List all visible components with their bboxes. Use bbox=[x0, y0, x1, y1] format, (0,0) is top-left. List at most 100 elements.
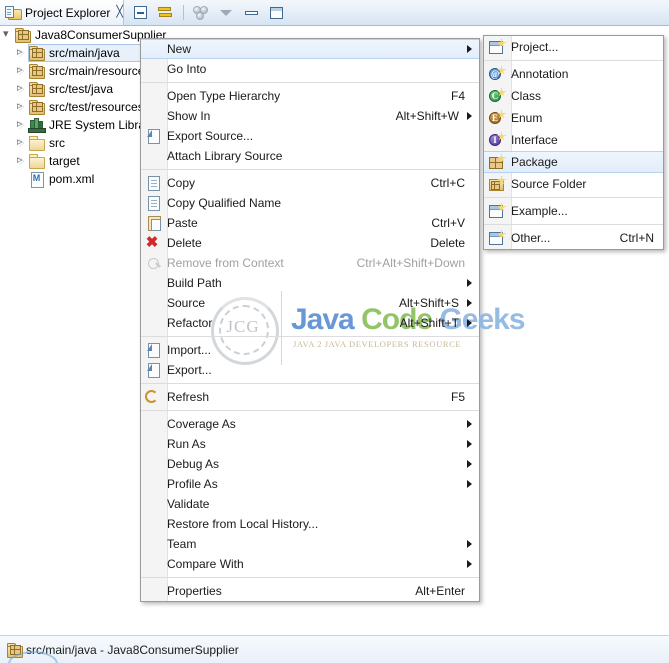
package-folder-icon bbox=[28, 63, 45, 79]
chevron-right-icon[interactable] bbox=[15, 133, 28, 152]
menu-item-import[interactable]: Import... bbox=[141, 340, 479, 360]
menu-separator bbox=[141, 577, 479, 578]
menu-item-refactor[interactable]: Refactor Alt+Shift+T bbox=[141, 313, 479, 333]
maximize-button[interactable] bbox=[264, 2, 288, 23]
menu-item-coverage-as[interactable]: Coverage As bbox=[141, 414, 479, 434]
menu-item-label: Show In bbox=[167, 109, 211, 123]
chevron-right-icon[interactable] bbox=[15, 97, 28, 116]
menu-item-copy-qualified-name[interactable]: Copy Qualified Name bbox=[141, 193, 479, 213]
chevron-down-icon[interactable] bbox=[1, 26, 14, 44]
tab-project-explorer[interactable]: Project Explorer ╳ bbox=[0, 0, 124, 25]
menu-item-refresh[interactable]: Refresh F5 bbox=[141, 387, 479, 407]
chevron-right-icon[interactable] bbox=[15, 115, 28, 134]
menu-item-restore-from-local-history[interactable]: Restore from Local History... bbox=[141, 514, 479, 534]
collapse-all-button[interactable] bbox=[128, 2, 152, 23]
minimize-button[interactable] bbox=[239, 2, 263, 23]
status-bar: src/main/java - Java8ConsumerSupplier bbox=[0, 635, 669, 663]
context-menu-items: New Go Into Open Type Hierarchy F4 Show In Al… bbox=[141, 39, 479, 601]
menu-item-icon-slot bbox=[141, 454, 167, 474]
menu-item-icon-slot: ✖ bbox=[141, 233, 167, 253]
export-icon bbox=[146, 362, 162, 378]
submenu-item-icon-slot bbox=[484, 227, 511, 249]
menu-item-label: Copy bbox=[167, 176, 196, 190]
submenu-item-label: Package bbox=[511, 155, 558, 169]
view-menu-button[interactable] bbox=[214, 2, 238, 23]
import-icon bbox=[146, 342, 162, 358]
link-with-editor-button[interactable] bbox=[153, 2, 177, 23]
menu-item-paste[interactable]: Paste Ctrl+V bbox=[141, 213, 479, 233]
menu-item-source[interactable]: Source Alt+Shift+S bbox=[141, 293, 479, 313]
submenu-arrow-icon bbox=[467, 319, 472, 327]
menu-item-icon-slot bbox=[141, 581, 167, 601]
new-class-icon: C bbox=[489, 88, 506, 104]
menu-separator bbox=[141, 82, 479, 83]
menu-item-label: Go Into bbox=[167, 62, 207, 76]
chevron-right-icon[interactable] bbox=[15, 43, 28, 62]
menu-item-team[interactable]: Team bbox=[141, 534, 479, 554]
menu-item-open-type-hierarchy[interactable]: Open Type Hierarchy F4 bbox=[141, 86, 479, 106]
focus-on-active-task-button[interactable] bbox=[189, 2, 213, 23]
submenu-item-label: Annotation bbox=[511, 67, 569, 81]
submenu-arrow-icon bbox=[467, 45, 472, 53]
menu-item-go-into[interactable]: Go Into bbox=[141, 59, 479, 79]
menu-item-icon-slot bbox=[141, 387, 167, 407]
submenu-separator bbox=[484, 224, 663, 225]
menu-item-icon-slot bbox=[141, 39, 167, 59]
menu-item-properties[interactable]: Properties Alt+Enter bbox=[141, 581, 479, 601]
new-package-icon bbox=[489, 154, 506, 170]
menu-item-icon-slot bbox=[141, 514, 167, 534]
new-submenu-items: Project... @ Annotation C Class E Enum I Interfa… bbox=[484, 36, 663, 249]
chevron-right-icon[interactable] bbox=[15, 151, 28, 170]
submenu-item-project[interactable]: Project... bbox=[484, 36, 663, 58]
chevron-right-icon[interactable] bbox=[15, 61, 28, 80]
focus-on-active-task-icon bbox=[193, 6, 209, 20]
menu-item-export[interactable]: Export... bbox=[141, 360, 479, 380]
menu-item-icon-slot bbox=[141, 86, 167, 106]
submenu-arrow-icon bbox=[467, 299, 472, 307]
new-submenu[interactable]: Project... @ Annotation C Class E Enum I Interfa… bbox=[483, 35, 664, 250]
menu-item-new[interactable]: New bbox=[141, 39, 479, 59]
submenu-item-icon-slot bbox=[484, 36, 511, 58]
folder-icon bbox=[28, 153, 45, 169]
menu-item-icon-slot bbox=[141, 213, 167, 233]
menu-item-show-in[interactable]: Show In Alt+Shift+W bbox=[141, 106, 479, 126]
submenu-item-example[interactable]: Example... bbox=[484, 200, 663, 222]
submenu-item-accelerator: Ctrl+N bbox=[619, 231, 654, 245]
submenu-item-enum[interactable]: E Enum bbox=[484, 107, 663, 129]
tree-item-label: pom.xml bbox=[49, 172, 95, 186]
menu-item-run-as[interactable]: Run As bbox=[141, 434, 479, 454]
menu-item-export-source[interactable]: Export Source... bbox=[141, 126, 479, 146]
submenu-item-class[interactable]: C Class bbox=[484, 85, 663, 107]
menu-item-accelerator: Ctrl+V bbox=[431, 216, 465, 230]
tree-item-label: src/test/resources bbox=[49, 100, 144, 114]
menu-item-validate[interactable]: Validate bbox=[141, 494, 479, 514]
view-menu-icon bbox=[220, 9, 232, 16]
menu-item-attach-library-source[interactable]: Attach Library Source bbox=[141, 146, 479, 166]
maximize-icon bbox=[269, 6, 283, 19]
menu-item-debug-as[interactable]: Debug As bbox=[141, 454, 479, 474]
close-icon[interactable]: ╳ bbox=[116, 7, 123, 18]
submenu-item-source-folder[interactable]: Source Folder bbox=[484, 173, 663, 195]
menu-separator bbox=[141, 169, 479, 170]
submenu-item-annotation[interactable]: @ Annotation bbox=[484, 63, 663, 85]
menu-item-copy[interactable]: Copy Ctrl+C bbox=[141, 173, 479, 193]
tree-item-label: JRE System Library bbox=[49, 118, 156, 132]
submenu-item-icon-slot: I bbox=[484, 129, 511, 151]
submenu-item-icon-slot bbox=[484, 151, 511, 173]
menu-item-delete[interactable]: ✖ Delete Delete bbox=[141, 233, 479, 253]
remove-context-icon bbox=[146, 255, 162, 271]
menu-item-build-path[interactable]: Build Path bbox=[141, 273, 479, 293]
menu-item-compare-with[interactable]: Compare With bbox=[141, 554, 479, 574]
submenu-item-other[interactable]: Other... Ctrl+N bbox=[484, 227, 663, 249]
menu-item-icon-slot bbox=[141, 313, 167, 333]
submenu-arrow-icon bbox=[467, 540, 472, 548]
menu-item-label: Attach Library Source bbox=[167, 149, 283, 163]
submenu-item-interface[interactable]: I Interface bbox=[484, 129, 663, 151]
menu-item-label: Import... bbox=[167, 343, 212, 357]
submenu-item-package[interactable]: Package bbox=[484, 151, 663, 173]
chevron-right-icon[interactable] bbox=[15, 79, 28, 98]
submenu-item-label: Project... bbox=[511, 40, 559, 54]
menu-item-profile-as[interactable]: Profile As bbox=[141, 474, 479, 494]
context-menu[interactable]: JCG Java Code Geeks JAVA 2 JAVA DEVELOPE… bbox=[140, 38, 526, 602]
